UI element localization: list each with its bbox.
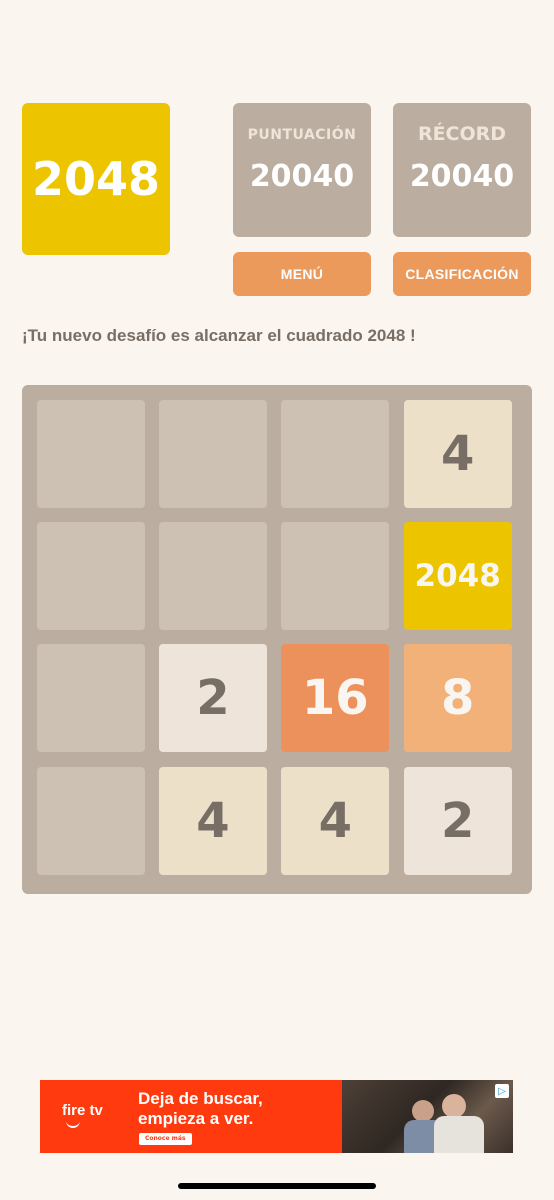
tile-4: 4	[158, 766, 267, 875]
ad-cta-button[interactable]: Conoce más	[139, 1133, 192, 1145]
tile-4: 4	[281, 766, 390, 875]
amazon-smile-icon	[66, 1121, 80, 1128]
tile-2: 2	[158, 644, 267, 753]
person-head	[412, 1100, 434, 1122]
game-screen: 2048 PUNTUACIÓN 20040 RÉCORD 20040 MENÚ …	[0, 0, 554, 1200]
game-logo: 2048	[22, 103, 170, 255]
home-indicator[interactable]	[178, 1183, 376, 1189]
grid-cell	[36, 399, 145, 508]
grid-cell	[36, 644, 145, 753]
ad-headline-line1: Deja de buscar,	[138, 1089, 263, 1108]
ad-brand-logo: fire tv	[62, 1102, 103, 1119]
best-score-box: RÉCORD 20040	[393, 103, 531, 237]
ad-choices-icon[interactable]: ▷	[495, 1084, 509, 1098]
leaderboard-button[interactable]: CLASIFICACIÓN	[393, 252, 531, 296]
game-board[interactable]: 4 2048 2 16 8 4 4 2	[22, 385, 532, 894]
tile-8: 8	[403, 644, 512, 753]
ad-banner[interactable]: fire tv Deja de buscar, empieza a ver. C…	[40, 1080, 513, 1153]
menu-button[interactable]: MENÚ	[233, 252, 371, 296]
best-score-label: RÉCORD	[417, 123, 507, 145]
score-box: PUNTUACIÓN 20040	[233, 103, 371, 237]
grid-cell	[158, 521, 267, 630]
grid-cell	[281, 399, 390, 508]
score-value: 20040	[249, 159, 355, 194]
game-logo-label: 2048	[31, 152, 161, 206]
tile-2: 2	[403, 766, 512, 875]
person-body	[434, 1116, 484, 1153]
ad-headline-line2: empieza a ver.	[138, 1109, 254, 1128]
grid-cell	[281, 521, 390, 630]
grid-cell	[36, 521, 145, 630]
tile-16: 16	[281, 644, 390, 753]
grid-cell	[36, 766, 145, 875]
score-label: PUNTUACIÓN	[247, 127, 357, 143]
ad-headline: Deja de buscar, empieza a ver.	[138, 1089, 263, 1129]
grid-cell	[158, 399, 267, 508]
challenge-message: ¡Tu nuevo desafío es alcanzar el cuadrad…	[22, 326, 416, 345]
tile-4: 4	[403, 399, 512, 508]
tile-2048: 2048	[403, 521, 512, 630]
person-head	[442, 1094, 466, 1118]
ad-photo	[342, 1080, 513, 1153]
best-score-value: 20040	[409, 159, 515, 194]
